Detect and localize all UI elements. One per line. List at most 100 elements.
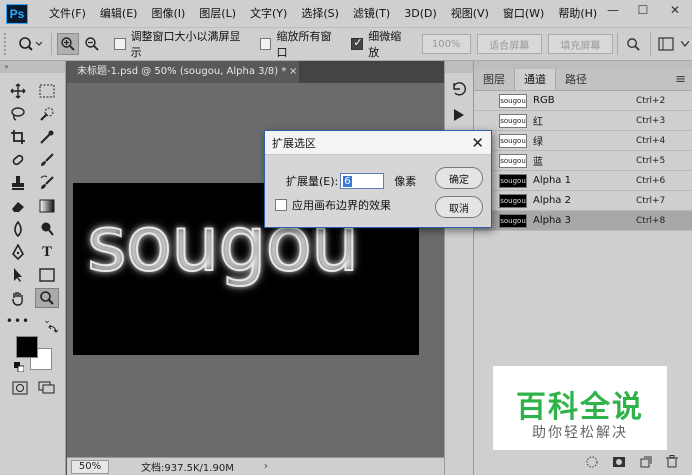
quick-select-tool-icon[interactable] bbox=[35, 104, 59, 124]
zoom-tool-icon[interactable] bbox=[35, 288, 59, 308]
menu-layer[interactable]: 图层(L) bbox=[192, 0, 243, 27]
channel-row-alpha-2[interactable]: sougou Alpha 2 Ctrl+7 bbox=[474, 191, 692, 211]
search-icon[interactable] bbox=[623, 33, 645, 55]
rectangle-tool-icon[interactable] bbox=[35, 265, 59, 285]
screen-mode-icon[interactable] bbox=[38, 381, 56, 395]
checkbox-box[interactable] bbox=[259, 38, 272, 50]
zoom-all-windows-checkbox[interactable]: 缩放所有窗口 bbox=[259, 28, 342, 60]
menu-window[interactable]: 窗口(W) bbox=[496, 0, 551, 27]
gradient-tool-icon[interactable] bbox=[35, 196, 59, 216]
resize-windows-checkbox[interactable]: 调整窗口大小以满屏显示 bbox=[113, 28, 250, 60]
close-tab-button[interactable]: × bbox=[289, 61, 297, 83]
pen-tool-icon[interactable] bbox=[6, 242, 30, 262]
brush-tool-icon[interactable] bbox=[35, 150, 59, 170]
default-colors-icon[interactable] bbox=[14, 362, 25, 373]
history-panel-icon[interactable] bbox=[448, 79, 470, 99]
menu-3d[interactable]: 3D(D) bbox=[397, 0, 444, 27]
channel-thumbnail: sougou bbox=[499, 153, 527, 168]
channel-row-red[interactable]: sougou 红 Ctrl+3 bbox=[474, 111, 692, 131]
history-brush-tool-icon[interactable] bbox=[35, 173, 59, 193]
menu-bar: Ps 文件(F) 编辑(E) 图像(I) 图层(L) 文字(Y) 选择(S) 滤… bbox=[0, 0, 692, 27]
checkbox-box[interactable] bbox=[351, 36, 364, 50]
dialog-close-button[interactable]: ✕ bbox=[471, 134, 484, 152]
menu-edit[interactable]: 编辑(E) bbox=[93, 0, 145, 27]
cancel-button[interactable]: 取消 bbox=[435, 196, 483, 218]
scrubby-zoom-checkbox[interactable]: 细微缩放 bbox=[351, 28, 411, 60]
watermark-title: 百科全说 bbox=[516, 390, 644, 425]
fill-screen-button[interactable]: 填充屏幕 bbox=[547, 34, 613, 54]
tab-paths[interactable]: 路径 bbox=[556, 69, 596, 90]
panel-header[interactable] bbox=[474, 61, 692, 69]
menu-view[interactable]: 视图(V) bbox=[444, 0, 496, 27]
status-bar: 50% 文档:937.5K/1.90M › bbox=[67, 457, 444, 475]
zoom-in-icon[interactable] bbox=[57, 33, 80, 55]
options-grip[interactable] bbox=[4, 33, 12, 55]
visibility-icon[interactable] bbox=[480, 114, 494, 128]
watermark-subtitle: 助你轻松解决 bbox=[532, 425, 628, 441]
save-selection-icon[interactable] bbox=[612, 456, 626, 471]
zoom-100-button[interactable]: 100% bbox=[421, 34, 471, 54]
ok-button[interactable]: 确定 bbox=[435, 167, 483, 189]
crop-tool-icon[interactable] bbox=[6, 127, 30, 147]
menu-type[interactable]: 文字(Y) bbox=[243, 0, 294, 27]
apply-canvas-bounds-checkbox[interactable]: 应用画布边界的效果 bbox=[275, 197, 391, 213]
channel-list: sougou RGB Ctrl+2 sougou 红 Ctrl+3 sougou… bbox=[474, 91, 692, 231]
dock-header[interactable] bbox=[445, 61, 473, 73]
document-info[interactable]: 文档:937.5K/1.90M bbox=[141, 459, 234, 474]
visibility-icon[interactable] bbox=[480, 94, 494, 108]
checkbox-box[interactable] bbox=[275, 199, 287, 211]
foreground-color[interactable] bbox=[16, 336, 38, 358]
path-select-tool-icon[interactable] bbox=[6, 265, 30, 285]
menu-select[interactable]: 选择(S) bbox=[294, 0, 346, 27]
new-channel-icon[interactable] bbox=[640, 456, 652, 471]
lasso-tool-icon[interactable] bbox=[6, 104, 30, 124]
zoom-out-icon[interactable] bbox=[81, 33, 103, 55]
delete-channel-icon[interactable] bbox=[666, 455, 678, 471]
menu-filter[interactable]: 滤镜(T) bbox=[346, 0, 397, 27]
dodge-tool-icon[interactable] bbox=[35, 219, 59, 239]
dialog-title-bar[interactable]: 扩展选区 bbox=[265, 131, 491, 155]
menu-file[interactable]: 文件(F) bbox=[42, 0, 93, 27]
quick-mask-icon[interactable] bbox=[12, 381, 28, 395]
eraser-tool-icon[interactable] bbox=[6, 196, 30, 216]
clone-stamp-tool-icon[interactable] bbox=[6, 173, 30, 193]
move-tool-icon[interactable] bbox=[6, 81, 30, 101]
panel-menu-icon[interactable]: ≡ bbox=[675, 69, 686, 91]
healing-brush-tool-icon[interactable] bbox=[6, 150, 30, 170]
zoom-level-field[interactable]: 50% bbox=[71, 459, 109, 474]
workspace-icon[interactable] bbox=[656, 33, 678, 55]
channel-row-rgb[interactable]: sougou RGB Ctrl+2 bbox=[474, 91, 692, 111]
status-menu-arrow[interactable]: › bbox=[264, 461, 268, 472]
tab-layers[interactable]: 图层 bbox=[474, 69, 514, 90]
swap-colors-icon[interactable] bbox=[48, 324, 59, 334]
channel-name: Alpha 2 bbox=[533, 195, 571, 206]
actions-panel-icon[interactable] bbox=[448, 105, 470, 125]
fit-screen-button[interactable]: 适合屏幕 bbox=[476, 34, 542, 54]
hand-tool-icon[interactable] bbox=[6, 288, 30, 308]
tab-channels[interactable]: 通道 bbox=[514, 69, 556, 90]
channel-name: 蓝 bbox=[533, 157, 543, 168]
load-selection-icon[interactable] bbox=[586, 456, 598, 471]
channel-row-blue[interactable]: sougou 蓝 Ctrl+5 bbox=[474, 151, 692, 171]
channel-row-alpha-3[interactable]: sougou Alpha 3 Ctrl+8 bbox=[474, 211, 692, 231]
blur-tool-icon[interactable] bbox=[6, 219, 30, 239]
channel-row-green[interactable]: sougou 绿 Ctrl+4 bbox=[474, 131, 692, 151]
expand-amount-input[interactable]: 6 bbox=[340, 173, 385, 189]
maximize-button[interactable]: ☐ bbox=[628, 0, 658, 20]
channel-name: 红 bbox=[533, 117, 543, 128]
marquee-tool-icon[interactable] bbox=[35, 81, 59, 101]
chevron-down-icon[interactable] bbox=[679, 33, 691, 55]
minimize-button[interactable]: — bbox=[598, 0, 628, 20]
channel-row-alpha-1[interactable]: sougou Alpha 1 Ctrl+6 bbox=[474, 171, 692, 191]
document-tab[interactable]: 未标题-1.psd @ 50% (sougou, Alpha 3/8) * bbox=[67, 61, 299, 83]
more-tools-icon[interactable]: ••• bbox=[6, 311, 30, 331]
eyedropper-tool-icon[interactable] bbox=[35, 127, 59, 147]
checkbox-box[interactable] bbox=[113, 38, 126, 50]
tool-preset-zoom-icon[interactable] bbox=[12, 32, 47, 56]
toolbox-header[interactable]: » bbox=[0, 61, 65, 73]
menu-help[interactable]: 帮助(H) bbox=[551, 0, 604, 27]
close-window-button[interactable]: ✕ bbox=[660, 0, 690, 20]
menu-image[interactable]: 图像(I) bbox=[144, 0, 192, 27]
type-tool-icon[interactable]: T bbox=[35, 242, 59, 262]
expand-amount-value: 6 bbox=[343, 175, 352, 187]
